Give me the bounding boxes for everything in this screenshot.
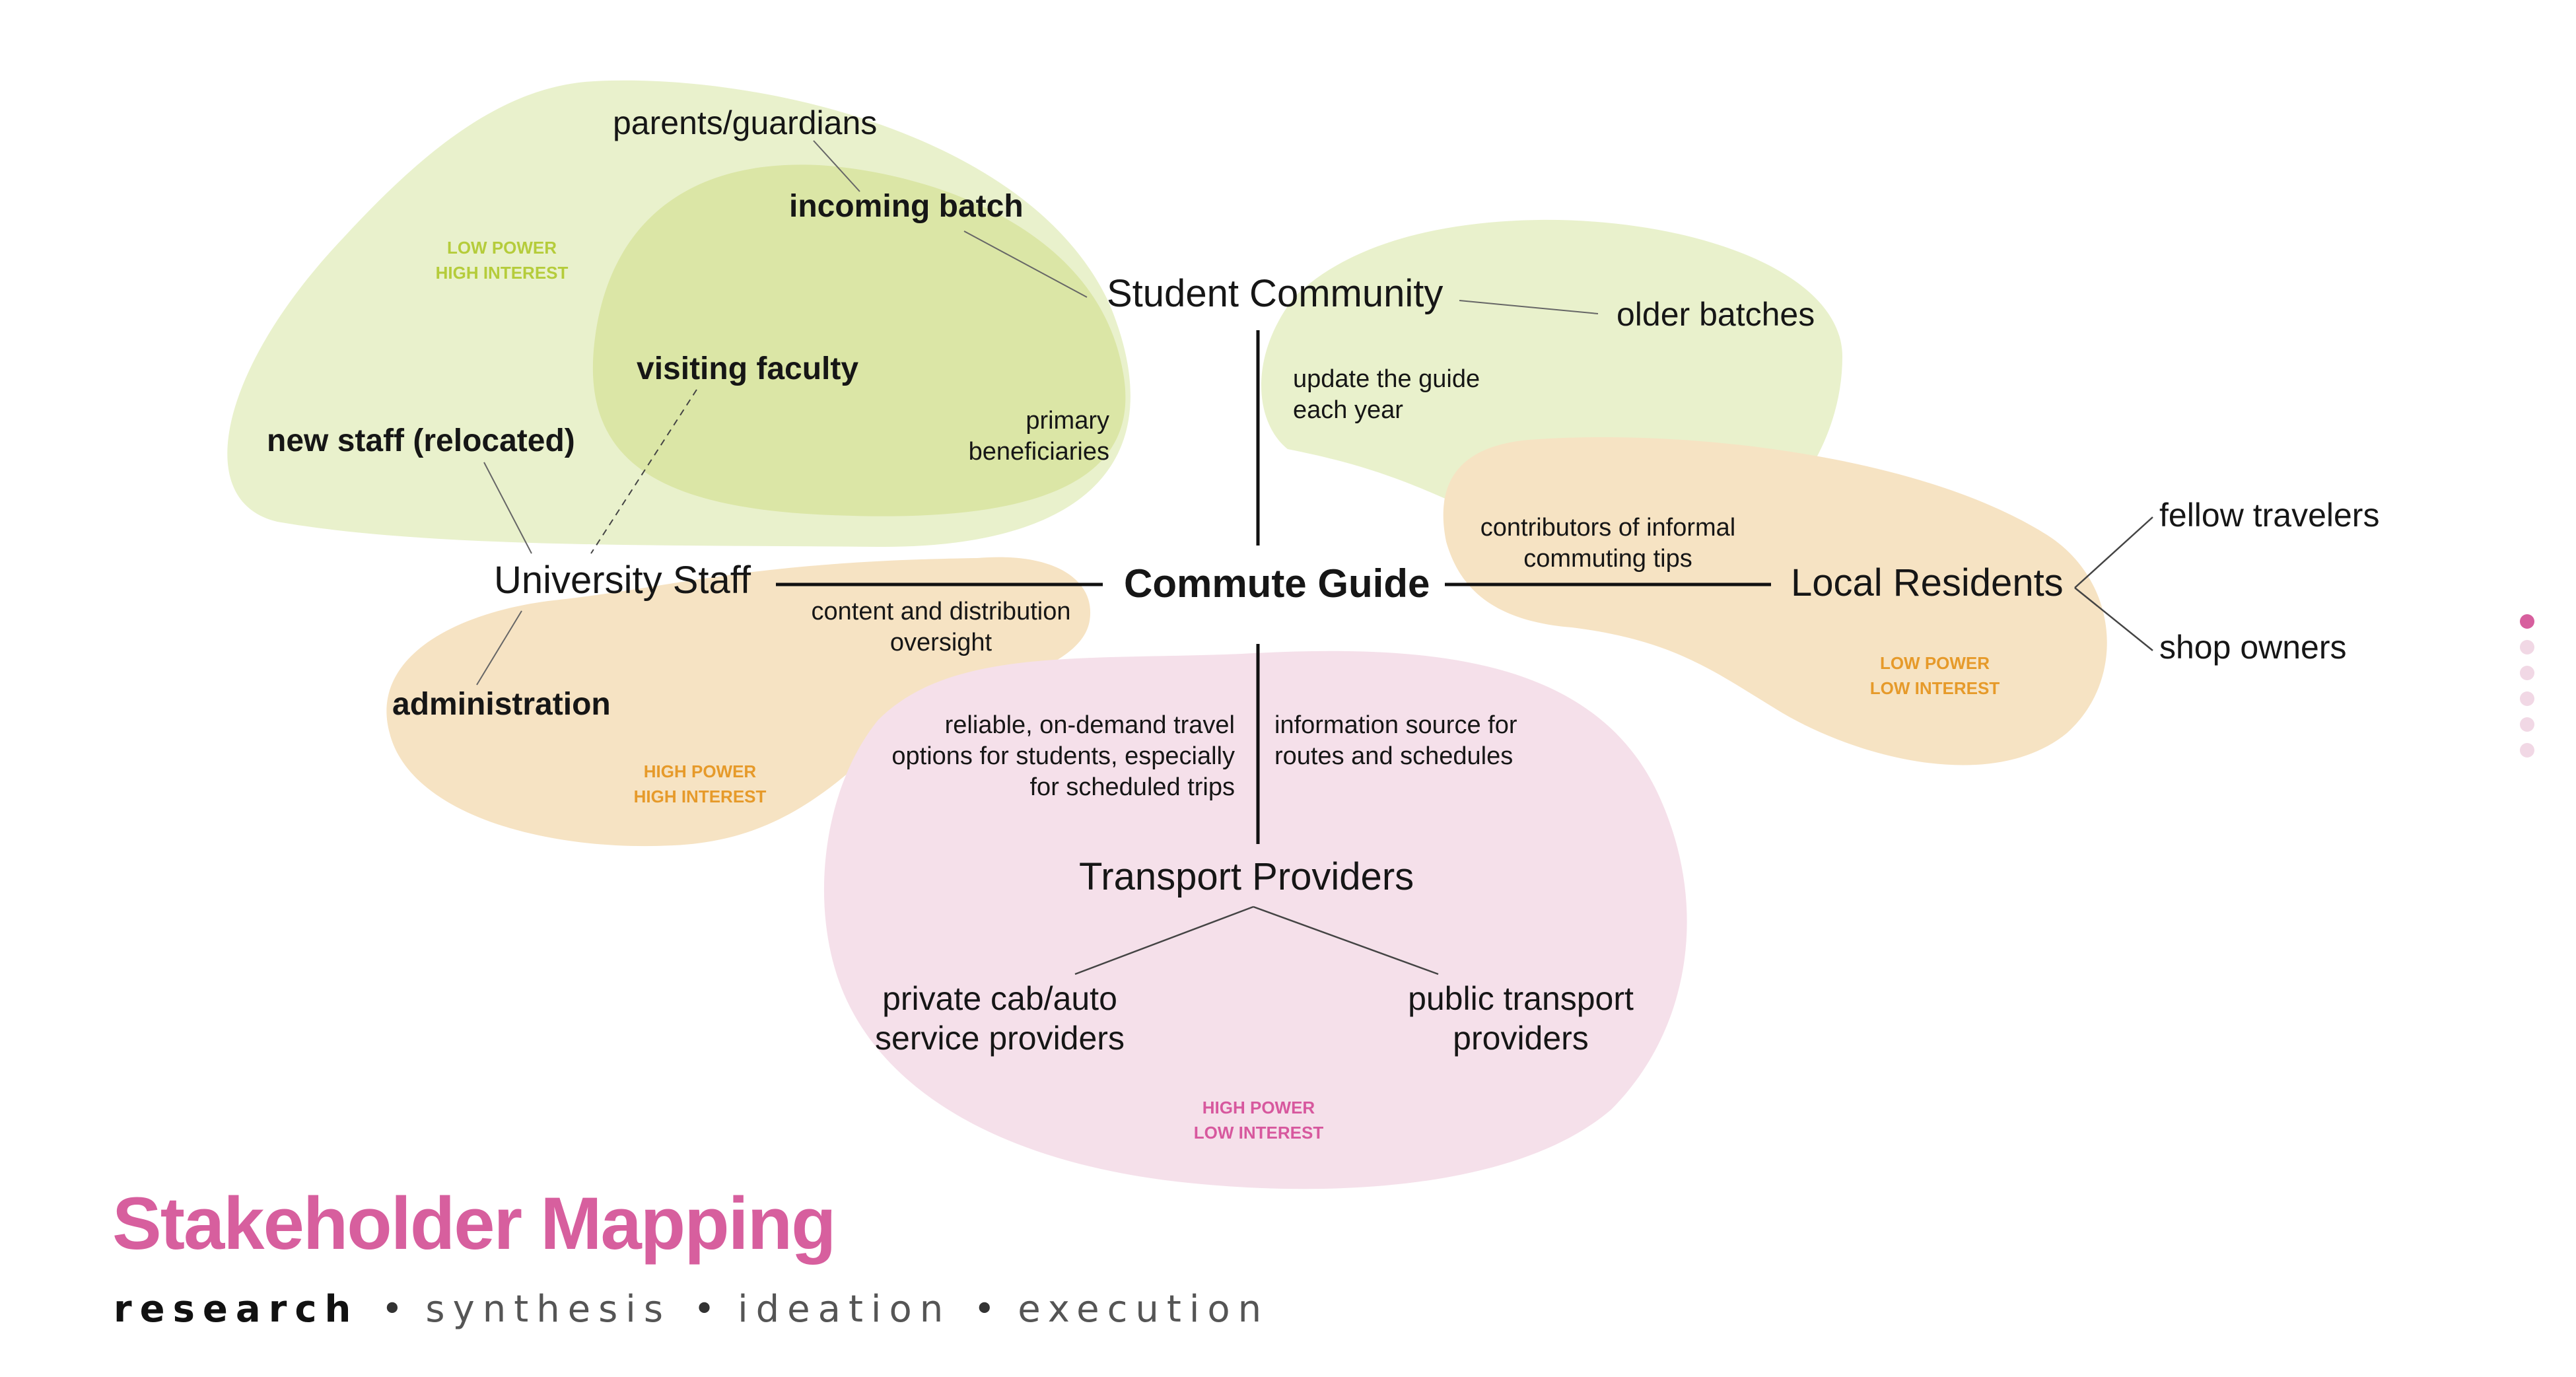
tag-student-line1: LOW POWER: [446, 238, 557, 258]
page-dot-3[interactable]: [2520, 666, 2534, 680]
process-nav: research • synthesis • ideation • execution: [114, 1288, 1269, 1331]
nav-separator: •: [693, 1288, 716, 1331]
node-transport-providers: Transport Providers: [1079, 855, 1414, 898]
note-content-oversight-line1: content and distribution: [811, 598, 1071, 625]
note-contributors-line2: commuting tips: [1523, 545, 1692, 573]
page-indicator: [2517, 614, 2537, 769]
subnode-incoming-batch: incoming batch: [789, 189, 1024, 224]
note-reliable-options-line2: options for students, especially: [891, 742, 1235, 771]
subnode-visiting-faculty: visiting faculty: [637, 351, 859, 386]
subnode-older-batches: older batches: [1617, 296, 1815, 333]
center-node-commute-guide: Commute Guide: [1124, 561, 1430, 606]
nav-step-synthesis[interactable]: synthesis: [425, 1288, 671, 1331]
tag-transport-power-interest: HIGH POWER LOW INTEREST: [1179, 1096, 1338, 1145]
tag-transport-line1: HIGH POWER: [1202, 1098, 1315, 1117]
note-contributors-line1: contributors of informal: [1480, 514, 1736, 542]
subnode-administration: administration: [392, 687, 611, 722]
note-update-guide-line2: each year: [1293, 396, 1403, 425]
node-local-residents: Local Residents: [1791, 561, 2064, 604]
note-primary-beneficiaries-line2: beneficiaries: [968, 438, 1109, 466]
subnode-public-transport: public transport providers: [1385, 979, 1656, 1058]
node-student-community: Student Community: [1107, 272, 1444, 315]
subnode-fellow-travelers: fellow travelers: [2159, 497, 2380, 534]
page-dot-6[interactable]: [2520, 743, 2534, 758]
page-dot-1[interactable]: [2520, 614, 2534, 629]
subnode-shop-owners: shop owners: [2159, 629, 2347, 666]
note-update-guide-line1: update the guide: [1293, 365, 1480, 393]
tag-transport-line2: LOW INTEREST: [1193, 1122, 1324, 1143]
tag-student-power-interest: LOW POWER HIGH INTEREST: [423, 236, 581, 285]
subnode-public-transport-line1: public transport: [1408, 980, 1634, 1017]
note-primary-beneficiaries-line1: primary: [1026, 407, 1109, 435]
tag-residents-line2: LOW INTEREST: [1869, 678, 2000, 698]
note-content-oversight: content and distribution oversight: [792, 596, 1090, 658]
tag-residents-power-interest: LOW POWER LOW INTEREST: [1856, 651, 2014, 701]
nav-step-research[interactable]: research: [114, 1288, 359, 1331]
subnode-private-cab-line1: private cab/auto: [882, 980, 1117, 1017]
tag-staff-line1: HIGH POWER: [643, 761, 757, 781]
page-dot-4[interactable]: [2520, 691, 2534, 706]
note-primary-beneficiaries: primary beneficiaries: [951, 406, 1109, 468]
note-update-guide: update the guide each year: [1293, 364, 1480, 426]
note-content-oversight-line2: oversight: [889, 629, 992, 657]
node-university-staff: University Staff: [494, 559, 751, 602]
note-information-source-line2: routes and schedules: [1274, 742, 1514, 771]
note-information-source-line1: information source for: [1274, 711, 1517, 739]
leader-residents-to-fellow: [2074, 516, 2153, 588]
nav-step-execution[interactable]: execution: [1018, 1288, 1269, 1331]
page-dot-2[interactable]: [2520, 640, 2534, 654]
subnode-public-transport-line2: providers: [1453, 1020, 1589, 1057]
note-reliable-options: reliable, on-demand travel options for s…: [858, 710, 1235, 803]
tag-staff-power-interest: HIGH POWER HIGH INTEREST: [621, 759, 779, 809]
tag-residents-line1: LOW POWER: [1879, 653, 1990, 673]
note-information-source: information source for routes and schedu…: [1274, 710, 1517, 772]
subnode-private-cab: private cab/auto service providers: [868, 979, 1132, 1058]
note-reliable-options-line1: reliable, on-demand travel: [944, 711, 1235, 739]
subnode-private-cab-line2: service providers: [875, 1020, 1125, 1057]
stakeholder-map-canvas: [227, 80, 2153, 1189]
nav-step-ideation[interactable]: ideation: [738, 1288, 951, 1331]
note-contributors: contributors of informal commuting tips: [1453, 512, 1763, 575]
tag-student-line2: HIGH INTEREST: [435, 262, 569, 283]
note-reliable-options-line3: for scheduled trips: [1029, 773, 1236, 802]
nav-separator: •: [973, 1288, 996, 1331]
page-title: Stakeholder Mapping: [112, 1182, 837, 1265]
subnode-new-staff: new staff (relocated): [267, 423, 575, 458]
nav-separator: •: [381, 1288, 403, 1331]
subnode-parents-guardians: parents/guardians: [613, 104, 878, 141]
tag-staff-line2: HIGH INTEREST: [633, 786, 767, 806]
page-dot-5[interactable]: [2520, 717, 2534, 732]
